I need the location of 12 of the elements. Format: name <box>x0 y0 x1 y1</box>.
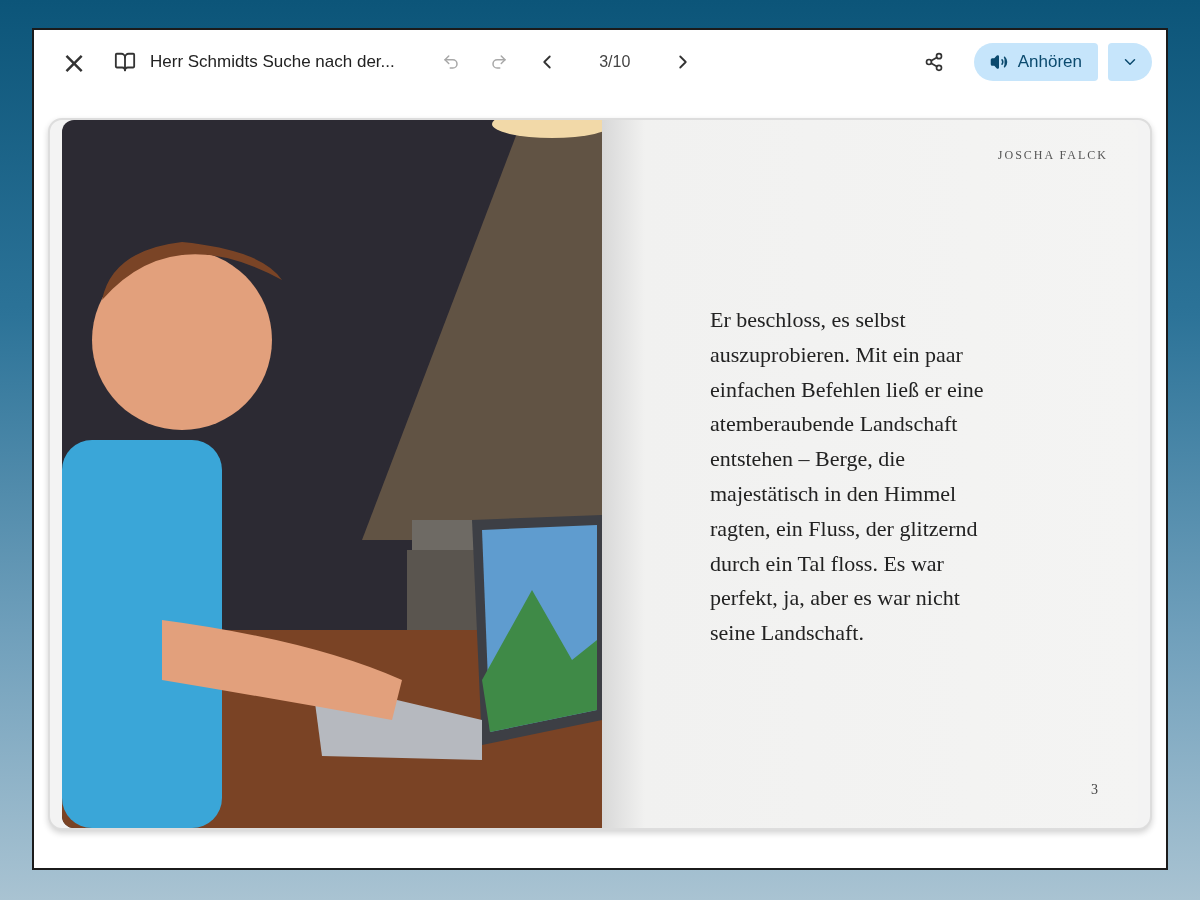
undo-icon <box>441 53 460 71</box>
close-button[interactable]: × <box>54 42 94 82</box>
speaker-icon <box>989 53 1008 71</box>
book-icon <box>114 51 136 73</box>
page-text: Er beschloss, es selbst auszuprobieren. Mit ein paar einfachen Befehlen ließ er eine atemberaubende Landschaft entstehen – Berge, die majestätisch in den Himmel ragten, ein Fluss, der glitzernd durch ein Tal floss. Es war perfekt, ja, aber es war nicht seine Landschaft. <box>710 306 985 648</box>
listen-button[interactable]: Anhören <box>973 43 1098 81</box>
page-indicator: 3/10 <box>598 53 632 71</box>
page-number: 3 <box>1091 782 1098 798</box>
share-icon <box>923 52 944 72</box>
redo-icon <box>489 53 508 71</box>
book-title: Herr Schmidts Suche nach der... <box>150 52 395 72</box>
author-name: JOSCHA FALCK <box>997 148 1108 163</box>
